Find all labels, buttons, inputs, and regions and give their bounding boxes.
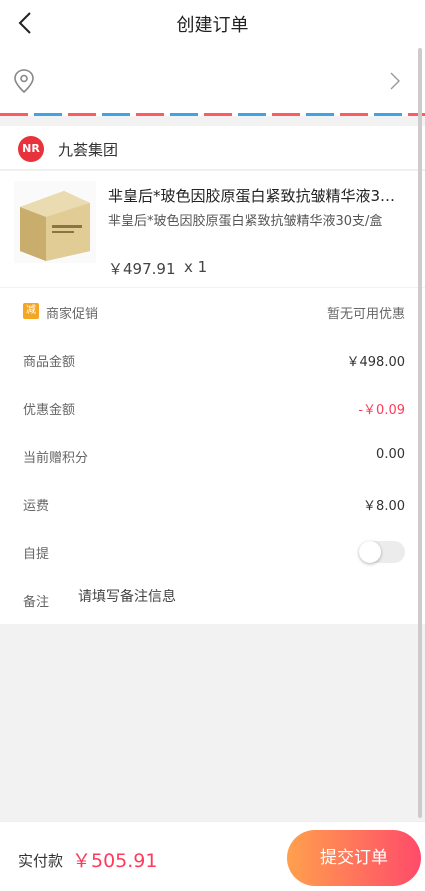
address-selector[interactable] xyxy=(0,46,425,114)
checkout-bar: 实付款 ￥505.91 提交订单 xyxy=(0,821,425,891)
product-title: 芈皇后*玻色因胶原蛋白紧致抗皱精华液30支/盒 xyxy=(108,187,404,205)
toggle-knob xyxy=(359,541,381,563)
product-price: ￥497.91 xyxy=(108,260,176,278)
remark-input[interactable] xyxy=(78,589,378,605)
scrollbar[interactable] xyxy=(418,48,422,818)
chevron-right-icon xyxy=(388,72,402,90)
location-pin-icon xyxy=(12,68,36,94)
shipping-row: 运费 ￥8.00 xyxy=(0,480,425,528)
remark-row: 备注 xyxy=(0,576,425,624)
discount-amount-row: 优惠金额 -￥0.09 xyxy=(0,384,425,432)
discount-tag-icon: 减 xyxy=(23,303,39,319)
shipping-value: ￥8.00 xyxy=(363,499,405,514)
goods-amount-label: 商品金额 xyxy=(23,355,76,370)
shop-name: 九荟集团 xyxy=(58,141,119,159)
merchant-promo-row[interactable]: 减 商家促销 暂无可用优惠 xyxy=(0,288,425,336)
top-nav-bar: 创建订单 xyxy=(0,0,425,46)
shop-logo-icon: NR xyxy=(18,136,44,162)
shop-header: NR 九荟集团 xyxy=(0,126,425,170)
discount-amount-label: 优惠金额 xyxy=(23,403,76,418)
product-quantity: x 1 xyxy=(184,258,208,276)
goods-amount-value: ￥498.00 xyxy=(346,355,406,370)
shipping-label: 运费 xyxy=(23,499,50,514)
self-pickup-row: 自提 xyxy=(0,528,425,576)
self-pickup-label: 自提 xyxy=(23,547,50,562)
promo-label: 商家促销 xyxy=(46,307,99,322)
points-label: 当前赠积分 xyxy=(23,451,89,466)
self-pickup-toggle[interactable] xyxy=(359,541,405,563)
order-details: 减 商家促销 暂无可用优惠 商品金额 ￥498.00 优惠金额 -￥0.09 当… xyxy=(0,288,425,624)
product-spec: 芈皇后*玻色因胶原蛋白紧致抗皱精华液30支/盒 xyxy=(108,214,383,229)
actual-payment-label: 实付款 xyxy=(18,852,64,870)
discount-amount-value: -￥0.09 xyxy=(358,403,405,418)
submit-order-button[interactable]: 提交订单 xyxy=(287,830,421,886)
actual-payment-amount: ￥505.91 xyxy=(72,850,158,872)
product-image xyxy=(14,181,96,263)
points-value: 0.00 xyxy=(376,447,405,462)
points-row: 当前赠积分 0.00 xyxy=(0,432,425,480)
promo-value: 暂无可用优惠 xyxy=(326,307,405,322)
product-item: 芈皇后*玻色因胶原蛋白紧致抗皱精华液30支/盒 芈皇后*玻色因胶原蛋白紧致抗皱精… xyxy=(0,171,425,287)
remark-label: 备注 xyxy=(23,595,50,610)
page-title: 创建订单 xyxy=(176,15,249,36)
address-border-stripe xyxy=(0,113,425,116)
goods-amount-row: 商品金额 ￥498.00 xyxy=(0,336,425,384)
